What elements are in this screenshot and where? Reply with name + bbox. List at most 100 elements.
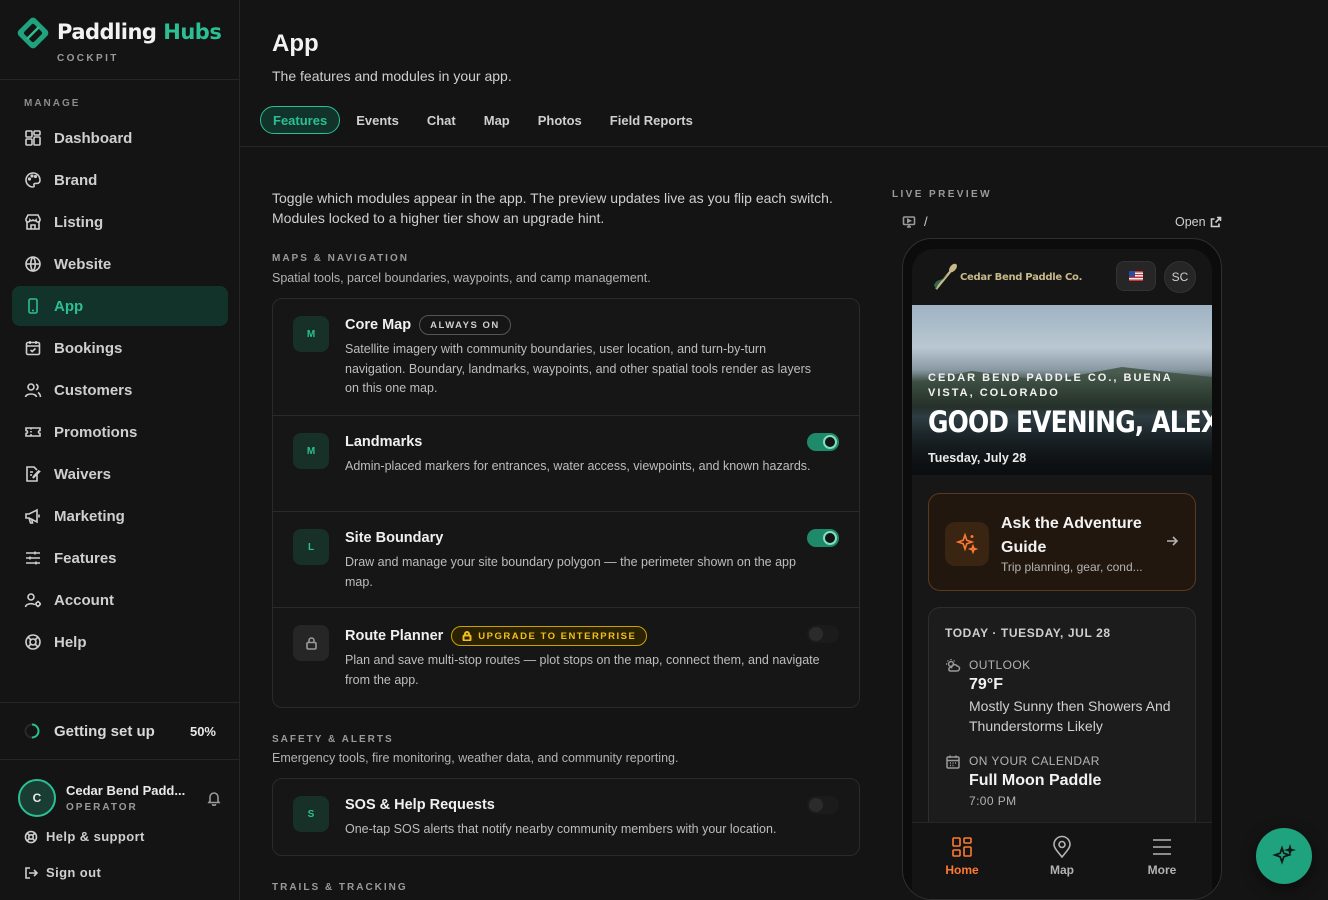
sidebar-item-account[interactable]: Account — [12, 580, 228, 620]
landmarks-toggle[interactable] — [807, 433, 839, 451]
preview-route: / — [902, 214, 928, 229]
language-flag-button[interactable] — [1116, 261, 1156, 291]
sidebar-item-dashboard[interactable]: Dashboard — [12, 118, 228, 158]
ai-assistant-button[interactable] — [1256, 828, 1312, 884]
sparkles-icon — [1272, 844, 1296, 865]
hero-date: Tuesday, July 28 — [928, 451, 1027, 465]
module-title: Core Map ALWAYS ON — [345, 315, 511, 335]
calendar-icon — [945, 754, 961, 770]
sidebar-item-website[interactable]: Website — [12, 244, 228, 284]
main-content: App The features and modules in your app… — [240, 0, 1328, 900]
today-card: TODAY · TUESDAY, JUL 28 OUTLOOK 79°F Mos… — [928, 607, 1196, 847]
tab-map[interactable]: Map — [472, 106, 522, 134]
sidebar-item-features[interactable]: Features — [12, 538, 228, 578]
app-tab-home[interactable]: Home — [912, 823, 1012, 899]
avatar[interactable]: C — [18, 779, 56, 817]
intro-text: Toggle which modules appear in the app. … — [272, 190, 833, 226]
brand-subtitle: COCKPIT — [57, 53, 119, 64]
sidebar-item-label: Account — [54, 591, 114, 609]
sidebar-item-waivers[interactable]: Waivers — [12, 454, 228, 494]
calendar-event[interactable]: Full Moon Paddle — [969, 772, 1101, 790]
sidebar-item-brand[interactable]: Brand — [12, 160, 228, 200]
sos-toggle[interactable] — [807, 796, 839, 814]
tab-photos[interactable]: Photos — [526, 106, 594, 134]
open-preview-link[interactable]: Open — [1175, 215, 1222, 229]
adventure-guide-card[interactable]: Ask the Adventure Guide Trip planning, g… — [928, 493, 1196, 591]
module-description: Draw and manage your site boundary polyg… — [345, 555, 796, 589]
module-title: Route Planner UPGRADE TO ENTERPRISE — [345, 626, 648, 646]
setup-progress[interactable]: Getting set up 50% — [0, 702, 240, 760]
toggle-knob — [823, 435, 837, 449]
sliders-icon — [24, 549, 42, 567]
sidebar-item-app[interactable]: App — [12, 286, 228, 326]
route-planner-toggle[interactable] — [807, 625, 839, 643]
sidebar-item-label: Help — [54, 633, 87, 651]
upgrade-badge[interactable]: UPGRADE TO ENTERPRISE — [451, 626, 648, 646]
user-avatar[interactable]: SC — [1164, 261, 1196, 293]
sidebar: Paddling Hubs COCKPIT MANAGE Dashboard B… — [0, 0, 240, 900]
group-label-maps: MAPS & NAVIGATION — [272, 253, 409, 264]
tab-features[interactable]: Features — [260, 106, 341, 134]
module-tile: S — [293, 796, 329, 832]
sidebar-item-label: Website — [54, 255, 112, 273]
toggle-knob — [809, 627, 823, 641]
sidebar-item-marketing[interactable]: Marketing — [12, 496, 228, 536]
guide-title: Ask the Adventure Guide — [1001, 515, 1142, 556]
waiver-icon — [24, 465, 42, 483]
calendar-time: 7:00 PM — [969, 794, 1017, 808]
upgrade-badge-label: UPGRADE TO ENTERPRISE — [478, 630, 637, 642]
page-title: App — [272, 30, 319, 57]
lifebuoy-icon — [24, 633, 42, 651]
user-card: C Cedar Bend Padd... OPERATOR — [18, 778, 222, 818]
group-label-trails: TRAILS & TRACKING — [272, 882, 408, 893]
open-label: Open — [1175, 215, 1206, 229]
hero-greeting: GOOD EVENING, ALEX — [928, 405, 1212, 439]
module-title-text: Landmarks — [345, 434, 423, 450]
guide-subtitle: Trip planning, gear, cond... — [1001, 560, 1143, 574]
home-grid-icon — [952, 837, 972, 857]
hero-location: CEDAR BEND PADDLE CO., BUENA VISTA, COLO… — [928, 372, 1173, 399]
sidebar-item-bookings[interactable]: Bookings — [12, 328, 228, 368]
dashboard-icon — [24, 129, 42, 147]
setup-label: Getting set up — [54, 722, 155, 740]
sidebar-item-label: Promotions — [54, 423, 138, 441]
ticket-icon — [24, 423, 42, 441]
module-title-text: Route Planner — [345, 628, 444, 644]
weather-icon — [945, 658, 961, 674]
sign-out-link[interactable]: Sign out — [24, 865, 101, 880]
outlook-label: OUTLOOK — [969, 658, 1031, 672]
module-row-landmarks: M Landmarks Admin-placed markers for ent… — [273, 416, 859, 512]
toggle-knob — [823, 531, 837, 545]
module-title: SOS & Help Requests — [345, 797, 495, 813]
module-tile: M — [293, 433, 329, 469]
sidebar-item-promotions[interactable]: Promotions — [12, 412, 228, 452]
tab-field-reports[interactable]: Field Reports — [598, 106, 705, 134]
monitor-icon — [902, 215, 916, 228]
site-boundary-toggle[interactable] — [807, 529, 839, 547]
sidebar-item-customers[interactable]: Customers — [12, 370, 228, 410]
app-tab-bar: Home Map More — [912, 822, 1212, 899]
sidebar-item-label: Listing — [54, 213, 104, 231]
lock-icon — [462, 631, 472, 641]
arrow-right-icon — [1165, 534, 1179, 548]
module-row-route-planner: Route Planner UPGRADE TO ENTERPRISE Plan… — [273, 608, 859, 707]
bell-icon[interactable] — [206, 790, 222, 807]
app-tab-more[interactable]: More — [1112, 823, 1212, 899]
preview-route-path: / — [924, 214, 928, 229]
sidebar-item-help[interactable]: Help — [12, 622, 228, 662]
app-tab-map[interactable]: Map — [1012, 823, 1112, 899]
tab-chat[interactable]: Chat — [415, 106, 468, 134]
toggle-knob — [809, 798, 823, 812]
help-support-link[interactable]: Help & support — [24, 829, 145, 844]
sidebar-item-listing[interactable]: Listing — [12, 202, 228, 242]
app-tab-label: More — [1147, 863, 1177, 877]
module-title: Landmarks — [345, 434, 422, 450]
live-preview-label: LIVE PREVIEW — [892, 189, 992, 200]
globe-icon — [24, 255, 42, 273]
lock-icon — [305, 636, 317, 650]
divider — [240, 146, 1328, 147]
sidebar-item-label: Waivers — [54, 465, 111, 483]
app-tab-label: Home — [945, 863, 979, 877]
brand-logo-icon — [17, 17, 49, 49]
tab-events[interactable]: Events — [344, 106, 411, 134]
